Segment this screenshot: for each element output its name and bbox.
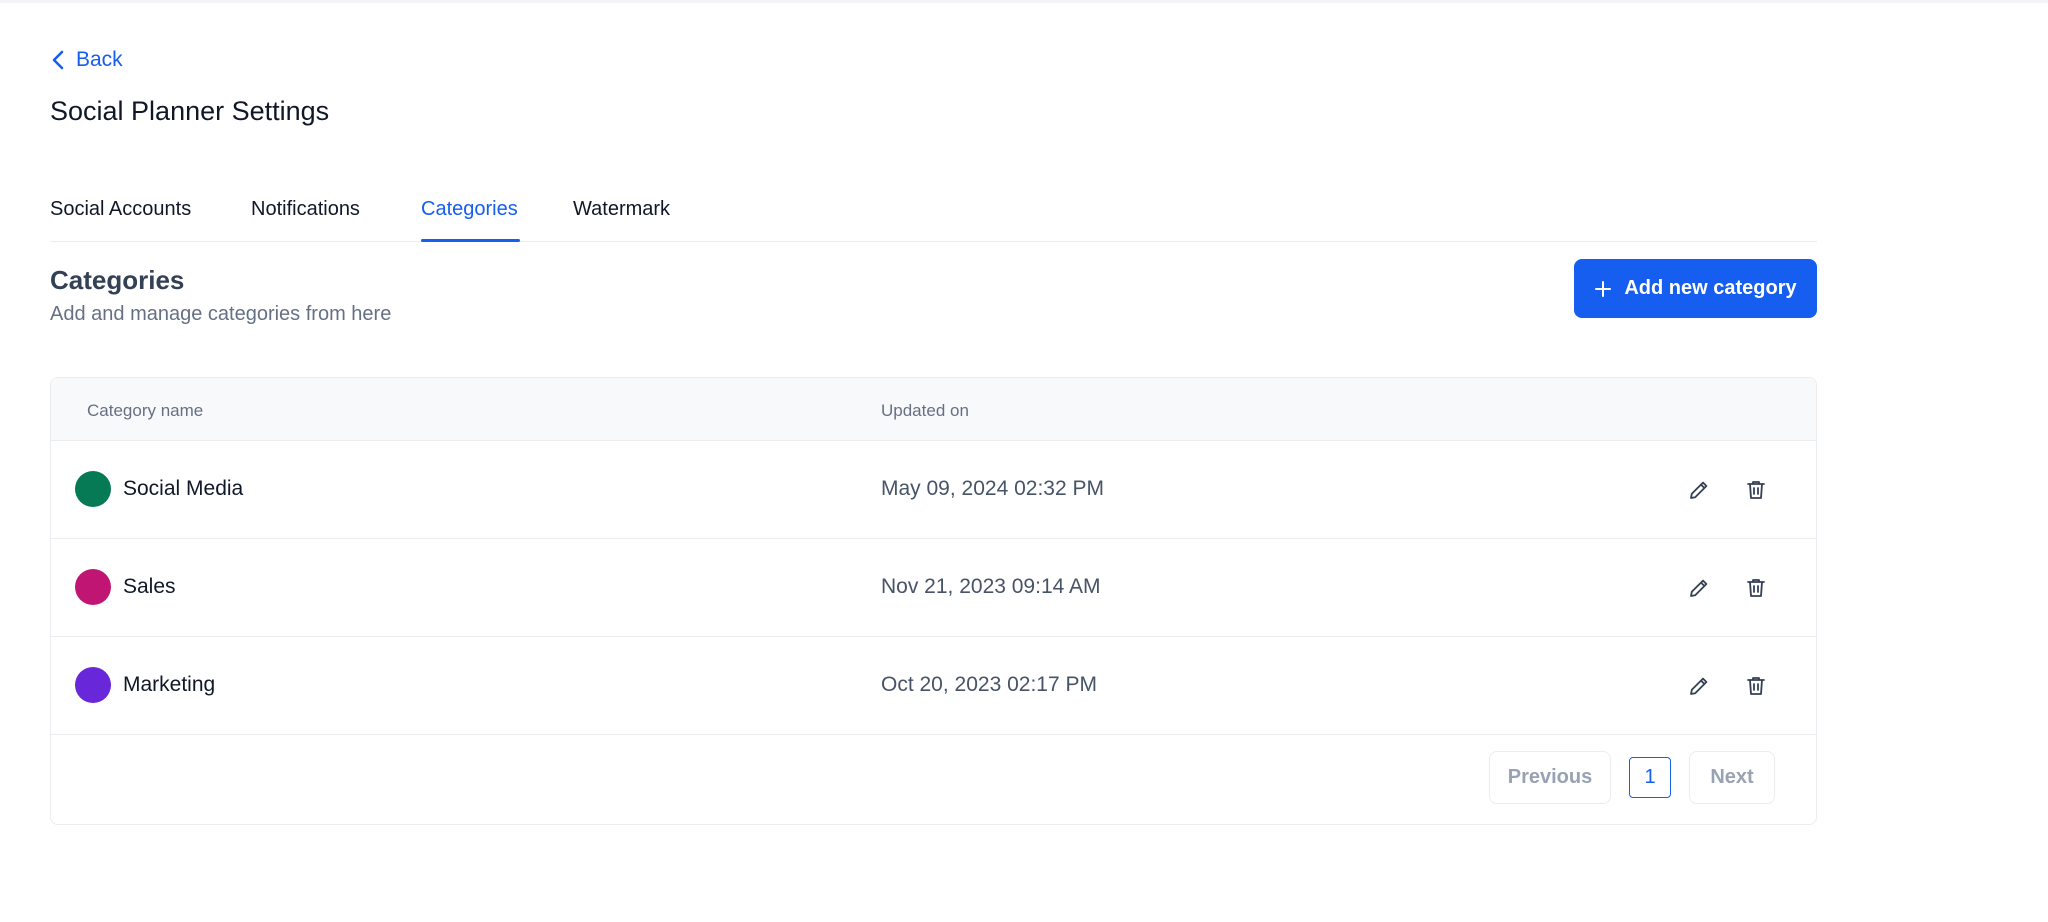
edit-button[interactable] <box>1684 573 1714 603</box>
plus-icon <box>1595 280 1612 297</box>
active-tab-indicator <box>421 239 520 242</box>
settings-tabs: Social Accounts Notifications Categories… <box>50 190 1817 242</box>
trash-icon <box>1747 481 1765 499</box>
back-link[interactable]: Back <box>50 48 123 72</box>
updated-on: Nov 21, 2023 09:14 AM <box>881 575 1101 598</box>
trash-icon <box>1747 579 1765 597</box>
page-title: Social Planner Settings <box>50 96 330 126</box>
category-color-dot <box>75 569 111 605</box>
delete-button[interactable] <box>1741 573 1771 603</box>
edit-button[interactable] <box>1684 671 1714 701</box>
category-name: Marketing <box>123 673 216 696</box>
table-row: Marketing Oct 20, 2023 02:17 PM <box>51 637 1816 735</box>
tab-notifications[interactable]: Notifications <box>251 198 360 221</box>
table-row: Sales Nov 21, 2023 09:14 AM <box>51 539 1816 637</box>
pencil-icon <box>1690 579 1708 597</box>
previous-page-button[interactable]: Previous <box>1489 751 1611 804</box>
category-name: Social Media <box>123 477 244 500</box>
section-title: Categories <box>50 265 185 295</box>
delete-button[interactable] <box>1741 475 1771 505</box>
pencil-icon <box>1690 481 1708 499</box>
pencil-icon <box>1690 677 1708 695</box>
column-header-category-name: Category name <box>87 401 204 420</box>
tab-social-accounts[interactable]: Social Accounts <box>50 198 191 221</box>
edit-button[interactable] <box>1684 475 1714 505</box>
table-header: Category name Updated on <box>51 378 1816 441</box>
section-subtitle: Add and manage categories from here <box>50 303 392 325</box>
top-divider <box>0 0 2048 3</box>
category-color-dot <box>75 667 111 703</box>
delete-button[interactable] <box>1741 671 1771 701</box>
updated-on: Oct 20, 2023 02:17 PM <box>881 673 1097 696</box>
updated-on: May 09, 2024 02:32 PM <box>881 477 1104 500</box>
table-row: Social Media May 09, 2024 02:32 PM <box>51 441 1816 539</box>
tab-watermark[interactable]: Watermark <box>573 198 670 221</box>
back-label[interactable]: Back <box>76 48 123 72</box>
add-new-category-button[interactable]: Add new category <box>1574 259 1817 318</box>
categories-table: Category name Updated on Social Media Ma… <box>50 377 1817 825</box>
add-new-category-label: Add new category <box>1624 277 1797 299</box>
category-name: Sales <box>123 575 176 598</box>
tab-categories[interactable]: Categories <box>421 198 518 221</box>
column-header-updated-on: Updated on <box>881 401 969 420</box>
page-number-button[interactable]: 1 <box>1629 757 1671 798</box>
trash-icon <box>1747 677 1765 695</box>
category-color-dot <box>75 471 111 507</box>
next-page-button[interactable]: Next <box>1689 751 1775 804</box>
chevron-left-icon <box>52 50 64 70</box>
